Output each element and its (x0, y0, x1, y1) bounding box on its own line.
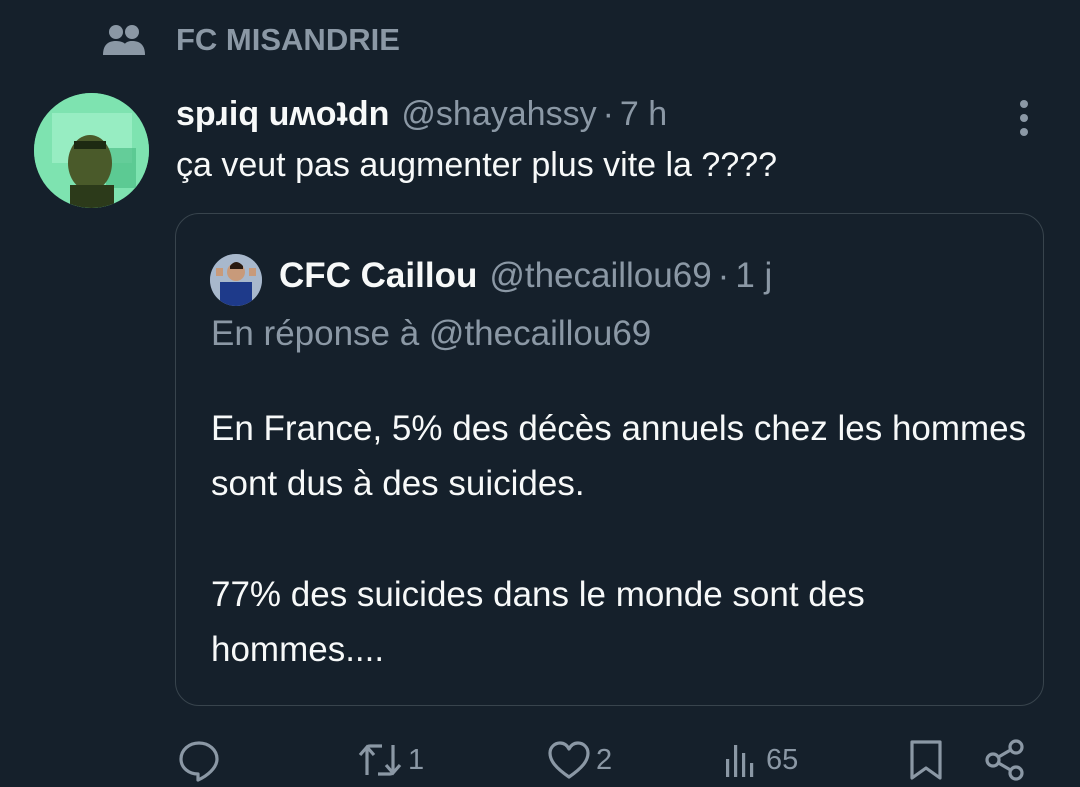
avatar[interactable] (34, 93, 149, 208)
reply-button[interactable] (176, 736, 226, 784)
retweet-button[interactable]: 1 (356, 736, 424, 784)
retweet-count: 1 (408, 743, 425, 776)
author-display-name[interactable]: spɹiq uʍoʇdn (176, 95, 389, 134)
heart-icon (548, 741, 590, 779)
quoted-tweet-timestamp[interactable]: 1 j (735, 256, 772, 296)
view-count: 65 (766, 743, 799, 776)
like-count: 2 (596, 743, 613, 776)
separator-dot: · (717, 256, 730, 295)
quoted-tweet-header: CFC Caillou @thecaillou69 · 1 j (279, 250, 772, 302)
community-header[interactable]: FC MISANDRIE (102, 20, 400, 60)
retweet-icon (358, 744, 402, 776)
share-icon (985, 739, 1024, 781)
quoted-author-display-name[interactable]: CFC Caillou (279, 256, 477, 296)
quoted-author-handle[interactable]: @thecaillou69 (489, 256, 711, 296)
author-handle[interactable]: @shayahssy (401, 95, 596, 134)
share-button[interactable] (982, 736, 1028, 784)
quoted-paragraph: 77% des suicides dans le monde sont des … (211, 575, 865, 669)
community-name: FC MISANDRIE (176, 22, 400, 57)
more-vertical-icon (1020, 100, 1028, 136)
quoted-author-avatar[interactable] (210, 254, 262, 306)
quoted-paragraph: En France, 5% des décès annuels chez les… (211, 409, 1027, 503)
views-button[interactable]: 65 (722, 736, 798, 784)
action-bar: 1 2 65 (0, 736, 1080, 784)
views-icon (726, 745, 754, 777)
separator-dot: · (602, 94, 614, 133)
like-button[interactable]: 2 (546, 736, 612, 784)
reply-icon (179, 741, 219, 782)
bookmark-button[interactable] (904, 736, 948, 784)
tweet-header: spɹiq uʍoʇdn @shayahssy · 7 h (176, 90, 667, 138)
quoted-tweet-text: En France, 5% des décès annuels chez les… (211, 401, 1031, 677)
bookmark-icon (910, 740, 942, 780)
quoted-tweet[interactable]: CFC Caillou @thecaillou69 · 1 j En répon… (175, 213, 1044, 706)
more-options-button[interactable] (1004, 98, 1044, 138)
reply-context: En réponse à @thecaillou69 (211, 314, 652, 353)
people-icon (102, 23, 146, 57)
tweet-timestamp[interactable]: 7 h (620, 95, 667, 134)
tweet-text: ça veut pas augmenter plus vite la ???? (176, 146, 778, 184)
